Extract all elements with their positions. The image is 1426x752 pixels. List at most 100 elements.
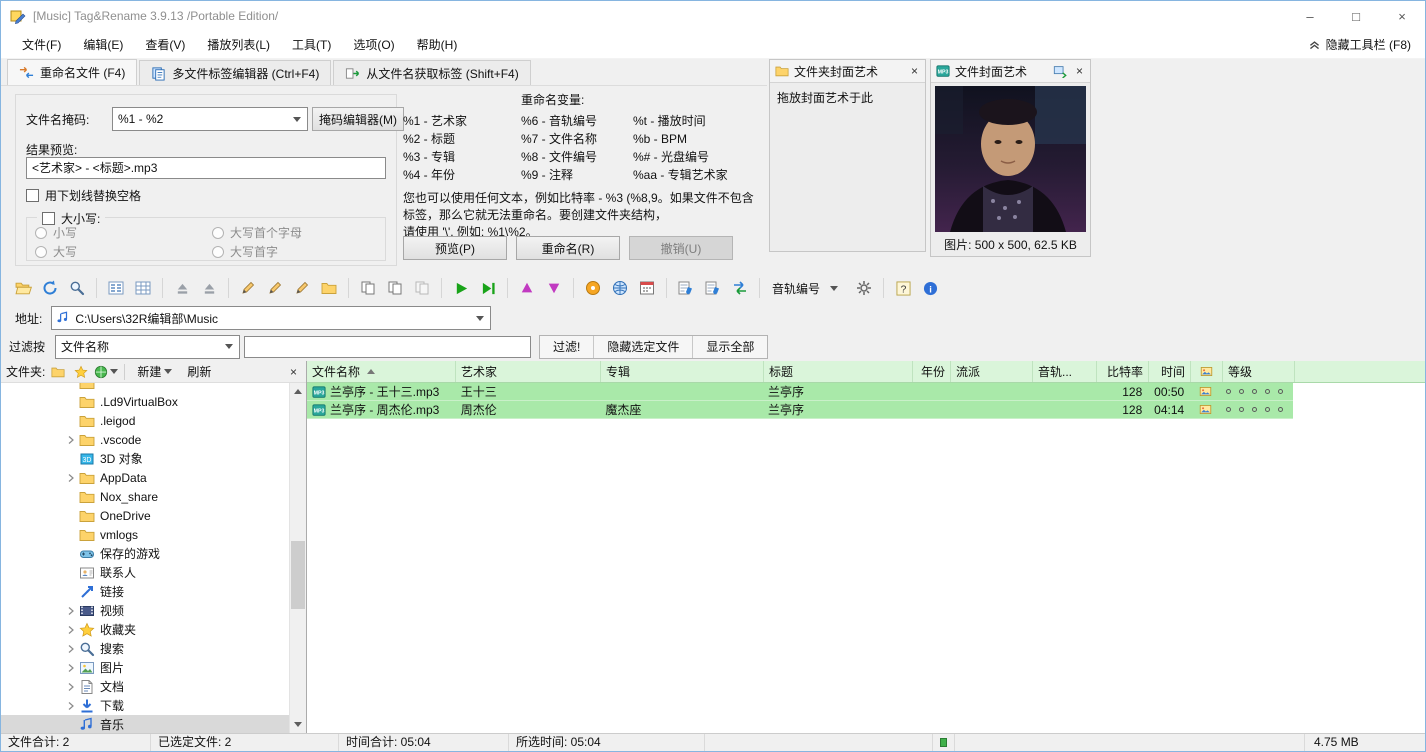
undo-button[interactable]: 撤销(U)	[629, 236, 733, 260]
tree-item[interactable]: 下载	[1, 696, 290, 715]
column-artist[interactable]: 艺术家	[456, 361, 601, 382]
rating-dots[interactable]	[1221, 401, 1293, 418]
hide-toolbar-button[interactable]: 隐藏工具栏 (F8)	[1308, 36, 1425, 53]
radio-uppercase[interactable]: 大写	[35, 243, 77, 260]
track-number-dropdown[interactable]: 音轨编号	[767, 276, 849, 300]
move-up-icon[interactable]	[515, 276, 539, 300]
apply-filter-button[interactable]: 过滤!	[540, 336, 594, 358]
tree-item-selected[interactable]: 音乐	[1, 715, 290, 733]
tag-folder-icon[interactable]	[317, 276, 341, 300]
tree-item[interactable]: OneDrive	[1, 506, 290, 525]
disc-info-icon[interactable]	[581, 276, 605, 300]
radio-lowercase[interactable]: 小写	[35, 224, 77, 241]
expand-chevron-icon[interactable]	[63, 603, 79, 619]
favorites-star-icon[interactable]	[71, 362, 91, 382]
menu-help[interactable]: 帮助(H)	[406, 31, 469, 59]
scroll-up-button[interactable]	[290, 383, 306, 400]
radio-capitalize-first-letter[interactable]: 大写首个字母	[212, 224, 302, 241]
expand-chevron-icon[interactable]	[63, 432, 79, 448]
menu-playlist[interactable]: 播放列表(L)	[196, 31, 281, 59]
search-icon[interactable]	[65, 276, 89, 300]
autonumber-wizard-icon[interactable]	[852, 276, 876, 300]
tree-item[interactable]: Nox_share	[1, 487, 290, 506]
refresh-icon[interactable]	[38, 276, 62, 300]
expand-chevron-icon[interactable]	[63, 622, 79, 638]
write-tags-icon[interactable]	[236, 276, 260, 300]
expand-chevron-icon[interactable]	[63, 660, 79, 676]
tree-item[interactable]: .Ld9VirtualBox	[1, 392, 290, 411]
tree-item[interactable]: 图片	[1, 658, 290, 677]
tree-item[interactable]: 3D 对象	[1, 449, 290, 468]
cover-art-image[interactable]	[935, 86, 1086, 232]
column-rating[interactable]: 等级	[1223, 361, 1295, 382]
file-row[interactable]: 兰亭序 - 周杰伦.mp3 周杰伦 魔杰座 兰亭序 128 04:14	[307, 401, 1293, 419]
open-folder-icon[interactable]	[11, 276, 35, 300]
tree-item[interactable]: 联系人	[1, 563, 290, 582]
move-down-icon[interactable]	[542, 276, 566, 300]
tree-item[interactable]: vmlogs	[1, 525, 290, 544]
folder-view-icon[interactable]	[48, 362, 68, 382]
tree-item[interactable]: 链接	[1, 582, 290, 601]
maximize-button[interactable]: □	[1333, 1, 1379, 31]
scrollbar-thumb[interactable]	[291, 541, 305, 609]
help-icon[interactable]	[891, 276, 915, 300]
menu-options[interactable]: 选项(O)	[342, 31, 405, 59]
folders-close-button[interactable]: ×	[286, 365, 301, 379]
new-folder-button[interactable]: 新建	[131, 362, 178, 382]
mask-editor-button[interactable]: 掩码编辑器(M)	[312, 107, 404, 131]
filter-input[interactable]	[244, 336, 531, 358]
view-details-icon[interactable]	[131, 276, 155, 300]
underscore-checkbox-row[interactable]: 用下划线替换空格	[26, 187, 141, 204]
tree-item[interactable]: 收藏夹	[1, 620, 290, 639]
export-art-icon[interactable]	[1053, 64, 1067, 78]
column-cover-art[interactable]	[1191, 361, 1223, 382]
edit-tags-alt-icon[interactable]	[701, 276, 725, 300]
tab-rename-files[interactable]: 重命名文件 (F4)	[7, 59, 137, 85]
write-tags-alt-icon[interactable]	[263, 276, 287, 300]
network-places-icon[interactable]	[94, 362, 118, 382]
play-next-icon[interactable]	[476, 276, 500, 300]
menu-tools[interactable]: 工具(T)	[281, 31, 342, 59]
edit-tags-icon[interactable]	[674, 276, 698, 300]
tree-item[interactable]: 视频	[1, 601, 290, 620]
rename-button[interactable]: 重命名(R)	[516, 236, 620, 260]
column-time[interactable]: 时间	[1149, 361, 1191, 382]
filter-field-combo[interactable]: 文件名称	[55, 335, 240, 359]
eject-all-icon[interactable]	[197, 276, 221, 300]
tree-scrollbar[interactable]	[289, 383, 306, 733]
tree-item[interactable]: AppData	[1, 468, 290, 487]
copy-special-icon[interactable]	[410, 276, 434, 300]
expand-chevron-icon[interactable]	[63, 698, 79, 714]
paste-tags-icon[interactable]	[383, 276, 407, 300]
tree-item[interactable]: .leigod	[1, 411, 290, 430]
show-all-button[interactable]: 显示全部	[693, 336, 767, 358]
column-bitrate[interactable]: 比特率	[1097, 361, 1149, 382]
hide-selected-button[interactable]: 隐藏选定文件	[594, 336, 693, 358]
tree-item[interactable]: 文档	[1, 677, 290, 696]
column-album[interactable]: 专辑	[601, 361, 764, 382]
menu-edit[interactable]: 编辑(E)	[72, 31, 134, 59]
tree-item[interactable]: 保存的游戏	[1, 544, 290, 563]
expand-chevron-icon[interactable]	[63, 641, 79, 657]
tree-item[interactable]: 搜索	[1, 639, 290, 658]
quick-write-icon[interactable]	[290, 276, 314, 300]
web-search-icon[interactable]	[608, 276, 632, 300]
freedb-icon[interactable]	[635, 276, 659, 300]
menu-file[interactable]: 文件(F)	[11, 31, 72, 59]
column-track[interactable]: 音轨...	[1033, 361, 1097, 382]
tree-item[interactable]: .vscode	[1, 430, 290, 449]
swap-fields-icon[interactable]	[728, 276, 752, 300]
about-icon[interactable]	[918, 276, 942, 300]
refresh-folders-button[interactable]: 刷新	[181, 362, 217, 382]
tab-multi-editor[interactable]: 多文件标签编辑器 (Ctrl+F4)	[139, 60, 331, 85]
file-row[interactable]: 兰亭序 - 王十三.mp3 王十三 兰亭序 128 00:50	[307, 383, 1293, 401]
column-year[interactable]: 年份	[913, 361, 951, 382]
minimize-button[interactable]: –	[1287, 1, 1333, 31]
underscore-checkbox[interactable]	[26, 189, 39, 202]
file-cover-art-close-button[interactable]: ×	[1074, 64, 1085, 78]
eject-icon[interactable]	[170, 276, 194, 300]
radio-capitalize-words[interactable]: 大写首字	[212, 243, 278, 260]
column-filename[interactable]: 文件名称	[307, 361, 456, 382]
tree-item-partial[interactable]	[1, 383, 290, 392]
view-list-icon[interactable]	[104, 276, 128, 300]
